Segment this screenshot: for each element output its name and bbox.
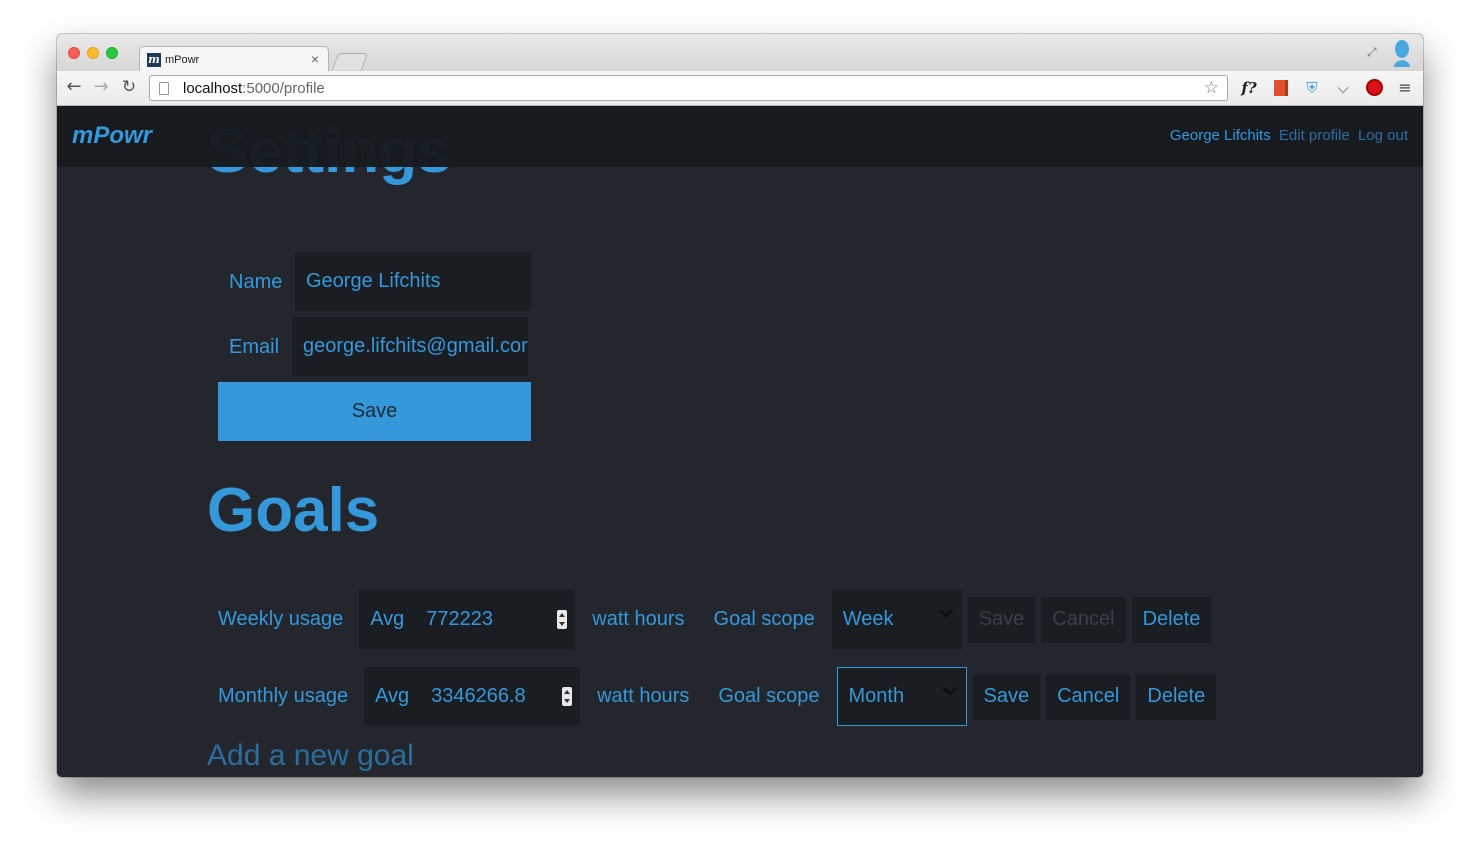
goal-unit: watt hours — [597, 685, 690, 707]
goal-label: Weekly usage — [218, 608, 344, 630]
nav-user-name[interactable]: George Lifchits — [1170, 127, 1271, 144]
brand-logo[interactable]: mPowr — [72, 122, 152, 150]
pocket-extension-icon[interactable]: ⌵ — [1333, 78, 1353, 98]
tab-close-icon[interactable]: × — [311, 51, 319, 67]
goal-unit: watt hours — [592, 608, 685, 630]
goal-save-button[interactable]: Save — [972, 673, 1041, 720]
top-navbar: mPowr George Lifchits Edit profile Log o… — [57, 106, 1423, 167]
goal-delete-button[interactable]: Delete — [1131, 596, 1212, 643]
new-tab-button[interactable] — [331, 53, 369, 70]
goal-value: 772223 — [426, 608, 494, 630]
browser-tab[interactable]: m mPowr × — [139, 46, 329, 72]
goal-value-input[interactable]: 3346266.8 — [420, 667, 581, 726]
tab-title: mPowr — [165, 53, 200, 66]
goal-scope-value: Month — [848, 685, 905, 707]
profile-avatar-icon[interactable] — [1391, 39, 1413, 67]
goal-cancel-button[interactable]: Cancel — [1046, 673, 1131, 720]
page-icon — [159, 81, 169, 95]
browser-toolbar: ← → ↻ localhost:5000/profile ☆ f? ⛨ ⌵ ≡ — [57, 71, 1423, 106]
book-extension-icon[interactable] — [1271, 78, 1291, 98]
goal-scope-label: Goal scope — [713, 608, 815, 630]
name-input[interactable]: George Lifchits — [295, 252, 531, 311]
address-bar[interactable]: localhost:5000/profile ☆ — [149, 75, 1228, 101]
goal-scope-label: Goal scope — [718, 685, 820, 707]
goal-save-button[interactable]: Save — [967, 596, 1036, 643]
goal-row: Weekly usage Avg 772223 watt hours Goal … — [218, 590, 1212, 649]
goal-aggregate-select[interactable]: Avg — [359, 590, 416, 649]
back-arrow-icon[interactable]: ← — [64, 77, 84, 97]
close-window-button[interactable] — [68, 47, 80, 59]
nav-edit-profile-link[interactable]: Edit profile — [1279, 127, 1350, 144]
tab-strip: m mPowr × ⤢ — [57, 34, 1423, 72]
reload-icon[interactable]: ↻ — [119, 77, 139, 97]
goal-cancel-button[interactable]: Cancel — [1041, 596, 1126, 643]
goal-value: 3346266.8 — [431, 685, 526, 707]
goal-aggregate-select[interactable]: Avg — [364, 667, 421, 726]
chevron-down-icon — [938, 607, 953, 621]
email-input[interactable]: george.lifchits@gmail.cor — [292, 317, 528, 376]
goals-heading: Goals — [207, 476, 380, 545]
email-label: Email — [229, 336, 280, 358]
fullscreen-icon[interactable]: ⤢ — [1367, 45, 1381, 59]
goal-scope-value: Week — [842, 608, 894, 630]
browser-window: m mPowr × ⤢ ← → ↻ localhost:5000/profile… — [57, 34, 1423, 777]
nav-logout-link[interactable]: Log out — [1358, 127, 1408, 144]
goal-label: Monthly usage — [218, 685, 349, 707]
minimize-window-button[interactable] — [87, 47, 99, 59]
goal-delete-button[interactable]: Delete — [1136, 673, 1217, 720]
bookmark-star-icon[interactable]: ☆ — [1204, 78, 1219, 98]
shield-extension-icon[interactable]: ⛨ — [1302, 78, 1322, 98]
navbar-links: George Lifchits Edit profile Log out — [1166, 127, 1408, 144]
chevron-down-icon — [942, 685, 957, 699]
forward-arrow-icon[interactable]: → — [91, 77, 111, 97]
zoom-window-button[interactable] — [106, 47, 118, 59]
font-extension-icon[interactable]: f? — [1239, 78, 1259, 98]
goal-value-input[interactable]: 772223 — [415, 590, 576, 649]
adblock-extension-icon[interactable] — [1364, 78, 1384, 98]
number-spinner-icon[interactable] — [562, 687, 573, 706]
site-favicon-icon: m — [147, 52, 161, 67]
goal-scope-select[interactable]: Month — [836, 667, 967, 726]
goal-row: Monthly usage Avg 3346266.8 watt hours G… — [218, 667, 1217, 726]
page-viewport: mPowr George Lifchits Edit profile Log o… — [57, 106, 1423, 777]
goal-scope-select[interactable]: Week — [831, 590, 962, 649]
url-host: localhost — [183, 79, 243, 97]
number-spinner-icon[interactable] — [557, 610, 568, 629]
url-path: :5000/profile — [242, 79, 325, 97]
menu-icon[interactable]: ≡ — [1395, 78, 1415, 98]
name-label: Name — [229, 271, 283, 293]
save-settings-button[interactable]: Save — [218, 382, 531, 441]
add-goal-link[interactable]: Add a new goal — [207, 739, 414, 773]
